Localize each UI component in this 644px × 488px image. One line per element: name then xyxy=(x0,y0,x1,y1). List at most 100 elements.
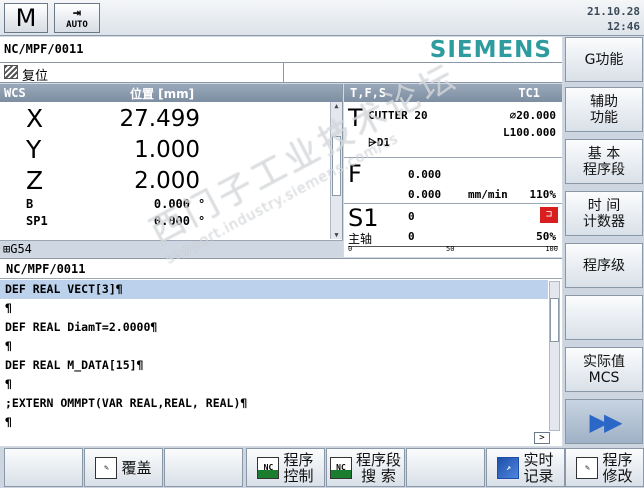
tool-edge: ⩥D1 xyxy=(368,136,390,150)
program-line[interactable]: ;EXTERN OMMPT(VAR REAL,REAL, REAL)¶ xyxy=(0,394,548,413)
axis-value: 1.000 xyxy=(134,137,200,163)
feed-letter: F xyxy=(348,160,362,188)
softkey-label: 程序 修改 xyxy=(602,450,633,485)
program-line[interactable]: DEF REAL DiamT=2.0000¶ xyxy=(0,318,548,337)
machine-area-button[interactable]: M xyxy=(4,3,48,33)
axis-value: 0.000 xyxy=(153,197,190,211)
axis-name: Y xyxy=(26,135,42,164)
softkey-actual-values-mcs[interactable]: 实际值 MCS xyxy=(565,347,643,392)
spindle-override: 50% xyxy=(536,230,556,243)
wcs-position-panel: WCS 位置 [mm] X 27.499 Y 1.000 Z 2.000 B 0… xyxy=(0,84,343,257)
softkey-time-counter[interactable]: 时 间 计数器 xyxy=(565,191,643,236)
softkey-basic-blocks[interactable]: 基 本 程序段 xyxy=(565,139,643,184)
program-line[interactable]: DEF REAL VECT[3]¶ xyxy=(0,280,548,299)
horizontal-softkey-bar: ✎ 覆盖 NC 程序 控制 NC 程序段 搜 索 ↗ 实时 记录 ✎ 程序 修改 xyxy=(0,447,644,488)
softkey-g-functions[interactable]: G功能 xyxy=(565,37,643,82)
softkey-label: 程序段 搜 索 xyxy=(355,450,401,485)
program-line[interactable]: ¶ xyxy=(0,375,548,394)
tool-carrier-label: TC1 xyxy=(518,86,540,100)
program-path: NC/MPF/0011 xyxy=(4,42,84,56)
work-offset-footer: ⊞G54 xyxy=(0,240,343,257)
softkey-label: 实时 记录 xyxy=(523,450,554,485)
axis-value: 27.499 xyxy=(119,106,200,132)
auto-arrow-icon: ⇥ xyxy=(72,5,82,21)
scroll-thumb[interactable] xyxy=(550,298,559,342)
softkey-h3[interactable] xyxy=(164,448,243,487)
program-line[interactable]: DEF REAL M_DATA[15]¶ xyxy=(0,356,548,375)
siemens-logo: SIEMENS xyxy=(429,37,552,63)
cutting-edge-icon: ⩥ xyxy=(368,136,377,149)
wcs-scrollbar[interactable]: ▲ ▼ xyxy=(330,102,342,239)
datetime: 21.10.28 12:46 xyxy=(587,4,640,34)
softkey-block-search[interactable]: NC 程序段 搜 索 xyxy=(326,448,405,487)
override-icon: ✎ xyxy=(95,456,118,479)
channel-status-row: 复位 xyxy=(0,63,562,84)
spindle-speed: 0 xyxy=(408,210,415,223)
spindle-letter: S1 xyxy=(348,204,379,232)
softkey-empty[interactable] xyxy=(565,295,643,340)
axis-name: Z xyxy=(26,166,44,195)
program-path-row: NC/MPF/0011 SIEMENS xyxy=(0,37,562,63)
softkey-next-icon[interactable]: ▶▶ xyxy=(565,399,643,444)
tool-edge-value: D1 xyxy=(376,136,391,149)
date-text: 21.10.28 xyxy=(587,5,640,18)
vertical-softkey-bar: G功能 辅助 功能 基 本 程序段 时 间 计数器 程序级 实际值 MCS ▶▶ xyxy=(563,37,644,448)
machine-m-icon: M xyxy=(15,4,37,32)
program-lines: DEF REAL VECT[3]¶ ¶ DEF REAL DiamT=2.000… xyxy=(0,280,548,432)
scroll-down-icon[interactable]: ▼ xyxy=(332,231,341,239)
realtime-record-icon: ↗ xyxy=(497,456,520,479)
top-bar: M ⇥ AUTO 21.10.28 12:46 xyxy=(0,0,644,36)
softkey-aux-functions[interactable]: 辅助 功能 xyxy=(565,87,643,132)
auto-mode-label: AUTO xyxy=(66,20,88,30)
softkey-override[interactable]: ✎ 覆盖 xyxy=(84,448,163,487)
softkey-label: 覆盖 xyxy=(121,458,152,477)
axis-row-y: Y 1.000 xyxy=(0,135,330,165)
scroll-thumb[interactable] xyxy=(332,136,341,196)
scale-label: 50 xyxy=(446,245,455,253)
axis-row-z: Z 2.000 xyxy=(0,166,330,196)
feed-override: 110% xyxy=(529,188,557,201)
program-line[interactable]: ¶ xyxy=(0,337,548,356)
position-unit-label: 位置 [mm] xyxy=(130,87,195,101)
program-line[interactable]: ¶ xyxy=(0,299,548,318)
scroll-right-icon[interactable]: > xyxy=(534,432,550,444)
auto-mode-indicator: ⇥ AUTO xyxy=(54,3,100,33)
axis-value: 2.000 xyxy=(134,168,200,194)
scroll-up-icon[interactable]: ▲ xyxy=(332,102,341,110)
softkey-program-edit[interactable]: ✎ 程序 修改 xyxy=(565,448,644,487)
softkey-program-control[interactable]: NC 程序 控制 xyxy=(246,448,325,487)
axis-name: B xyxy=(26,197,34,211)
tfs-separator xyxy=(344,157,562,158)
scale-label: 0 xyxy=(348,245,353,253)
program-title: NC/MPF/0011 xyxy=(0,259,562,279)
feed-value-1: 0.000 xyxy=(408,168,442,181)
reset-icon xyxy=(4,65,18,79)
axis-row-sp1: SP1 0.000 ° xyxy=(0,214,330,230)
work-offset-value: G54 xyxy=(10,242,32,256)
nc-program-control-icon: NC xyxy=(257,456,280,479)
softkey-program-levels[interactable]: 程序级 xyxy=(565,243,643,288)
softkey-realtime-record[interactable]: ↗ 实时 记录 xyxy=(486,448,565,487)
program-scrollbar[interactable] xyxy=(549,281,560,431)
spindle-value: 0 xyxy=(408,230,415,243)
nc-block-search-icon: NC xyxy=(329,456,352,479)
program-line[interactable]: ¶ xyxy=(0,413,548,432)
time-text: 12:46 xyxy=(606,20,640,33)
axis-value: 0.000 xyxy=(153,214,190,228)
channel-status-label: 复位 xyxy=(22,69,49,84)
axis-row-b: B 0.000 ° xyxy=(0,197,330,213)
tfs-panel: T,F,S TC1 T CUTTER 20 ⌀20.000 ⩥D1 L100.0… xyxy=(344,84,562,257)
axis-unit: ° xyxy=(198,197,206,211)
scale-label: 100 xyxy=(545,245,558,253)
program-edit-icon: ✎ xyxy=(576,456,599,479)
softkey-h1[interactable] xyxy=(4,448,83,487)
feed-unit: mm/min xyxy=(468,188,508,201)
override-scale: 0 50 100 xyxy=(348,245,558,254)
tool-diameter: ⌀20.000 xyxy=(509,109,556,122)
program-panel: NC/MPF/0011 DEF REAL VECT[3]¶ ¶ DEF REAL… xyxy=(0,258,562,446)
softkey-label: 程序 控制 xyxy=(283,450,314,485)
tfs-header: T,F,S TC1 xyxy=(344,84,562,102)
tool-letter: T xyxy=(348,104,363,132)
feed-value-2: 0.000 xyxy=(408,188,442,201)
softkey-h6[interactable] xyxy=(406,448,485,487)
